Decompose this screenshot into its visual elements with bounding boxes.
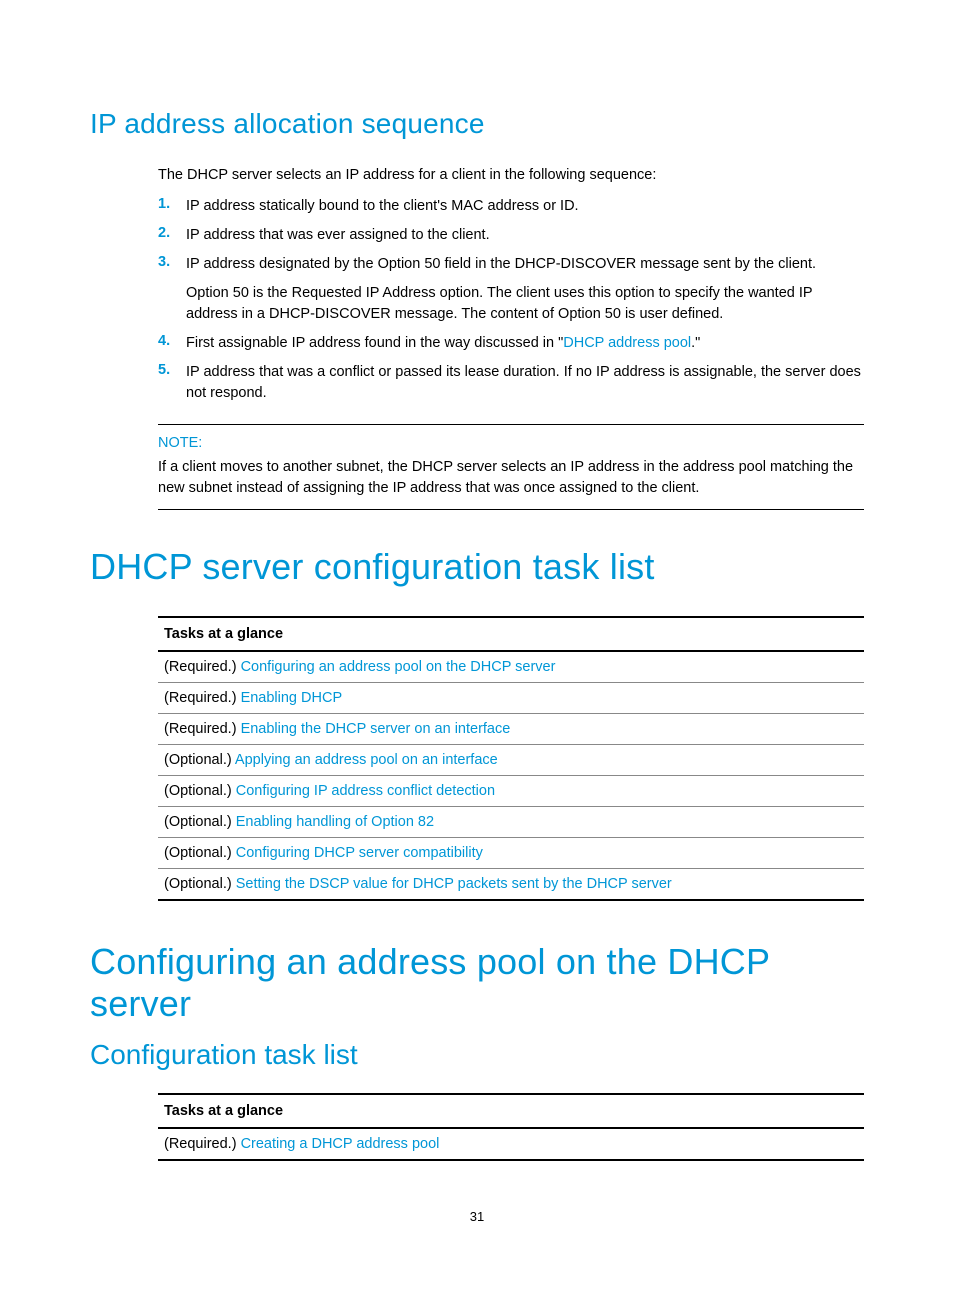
table-row: (Required.) Creating a DHCP address pool [158,1129,864,1159]
step-text: IP address that was ever assigned to the… [186,225,490,246]
step-text: IP address designated by the Option 50 f… [186,254,864,325]
step-text-post: ." [691,335,700,351]
table-row: (Optional.) Applying an address pool on … [158,745,864,776]
link-task[interactable]: Enabling DHCP [241,690,343,706]
row-prefix: (Required.) [164,690,241,706]
table-header: Tasks at a glance [158,1095,864,1129]
link-task[interactable]: Enabling the DHCP server on an interface [241,721,511,737]
heading-dhcp-server-config-task-list: DHCP server configuration task list [90,546,864,588]
tasks-table-2: Tasks at a glance (Required.) Creating a… [158,1093,864,1161]
step-text-main: IP address designated by the Option 50 f… [186,256,816,272]
table-row: (Optional.) Setting the DSCP value for D… [158,869,864,899]
link-task[interactable]: Configuring an address pool on the DHCP … [241,659,556,675]
note-text: If a client moves to another subnet, the… [158,457,864,499]
tasks-table-1: Tasks at a glance (Required.) Configurin… [158,616,864,901]
table-header: Tasks at a glance [158,618,864,652]
row-prefix: (Optional.) [164,845,236,861]
step-item: 4. First assignable IP address found in … [158,329,864,358]
row-prefix: (Optional.) [164,752,235,768]
step-text-pre: First assignable IP address found in the… [186,335,563,351]
table-row: (Optional.) Configuring DHCP server comp… [158,838,864,869]
allocation-steps-list: 1. IP address statically bound to the cl… [158,192,864,408]
intro-text: The DHCP server selects an IP address fo… [158,166,864,186]
step-item: 3. IP address designated by the Option 5… [158,250,864,329]
table-row: (Optional.) Enabling handling of Option … [158,807,864,838]
row-prefix: (Optional.) [164,783,236,799]
step-item: 5. IP address that was a conflict or pas… [158,358,864,408]
step-text: IP address that was a conflict or passed… [186,362,864,404]
row-prefix: (Required.) [164,721,241,737]
step-text: IP address statically bound to the clien… [186,196,579,217]
link-task[interactable]: Setting the DSCP value for DHCP packets … [236,876,672,892]
note-block: NOTE: If a client moves to another subne… [158,424,864,510]
step-number: 3. [158,254,186,270]
table-row: (Required.) Enabling the DHCP server on … [158,714,864,745]
table-row: (Required.) Enabling DHCP [158,683,864,714]
table-row: (Required.) Configuring an address pool … [158,652,864,683]
step-item: 2. IP address that was ever assigned to … [158,221,864,250]
link-task[interactable]: Enabling handling of Option 82 [236,814,434,830]
page: IP address allocation sequence The DHCP … [0,0,954,1296]
link-task[interactable]: Configuring IP address conflict detectio… [236,783,495,799]
row-prefix: (Required.) [164,659,241,675]
step-subtext: Option 50 is the Requested IP Address op… [186,283,864,325]
step-number: 1. [158,196,186,212]
step-item: 1. IP address statically bound to the cl… [158,192,864,221]
link-dhcp-address-pool[interactable]: DHCP address pool [563,335,691,351]
note-label: NOTE: [158,435,864,451]
row-prefix: (Optional.) [164,876,236,892]
table-row: (Optional.) Configuring IP address confl… [158,776,864,807]
step-number: 5. [158,362,186,378]
step-text: First assignable IP address found in the… [186,333,700,354]
heading-configuring-address-pool: Configuring an address pool on the DHCP … [90,941,864,1025]
step-number: 2. [158,225,186,241]
heading-configuration-task-list: Configuration task list [90,1039,864,1071]
heading-ip-allocation-sequence: IP address allocation sequence [90,0,864,140]
page-number: 31 [0,1209,954,1224]
link-task[interactable]: Applying an address pool on an interface [235,752,498,768]
row-prefix: (Required.) [164,1136,241,1152]
link-task[interactable]: Configuring DHCP server compatibility [236,845,483,861]
step-number: 4. [158,333,186,349]
link-task[interactable]: Creating a DHCP address pool [241,1136,440,1152]
row-prefix: (Optional.) [164,814,236,830]
